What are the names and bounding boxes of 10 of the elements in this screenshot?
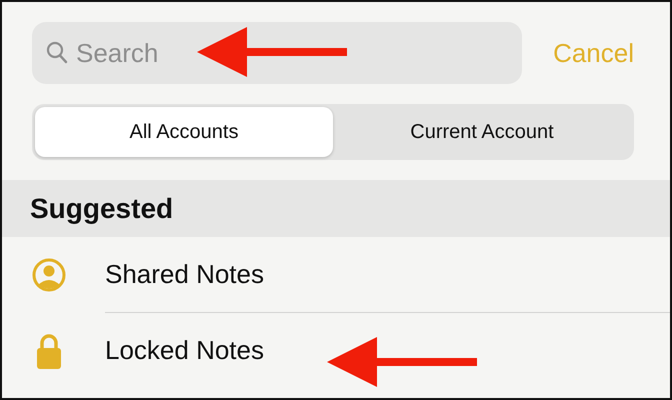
person-circle-icon (32, 258, 66, 292)
lock-icon (35, 332, 63, 370)
search-icon (46, 41, 68, 65)
search-field[interactable]: Search (76, 34, 276, 72)
search-bar[interactable]: Search (32, 22, 522, 84)
list-item[interactable]: Locked Notes (105, 331, 264, 370)
list-item[interactable]: Shared Notes (105, 255, 264, 294)
section-header: Suggested (2, 180, 670, 237)
segment-tab[interactable]: Current Account (333, 107, 631, 157)
segment-tab[interactable]: All Accounts (35, 107, 333, 157)
